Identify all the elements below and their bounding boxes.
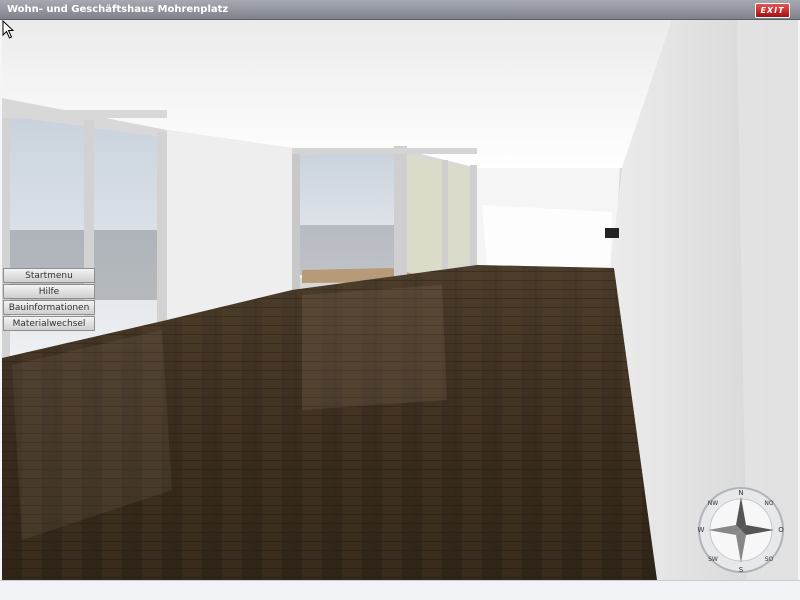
menu-item-hilfe[interactable]: Hilfe [3,284,95,299]
wall-fixture [605,228,619,238]
compass-label-o: O [778,526,784,534]
exit-button[interactable]: EXIT [755,3,790,18]
navigation-compass[interactable]: N S W O NW NO SW SO [696,485,786,575]
side-menu: Startmenu Hilfe Bauinformationen Materia… [3,268,95,332]
window-title: Wohn- und Geschäftshaus Mohrenplatz [7,4,229,15]
window-titlebar: Wohn- und Geschäftshaus Mohrenplatz EXIT [0,0,800,20]
status-bar [0,580,800,600]
room-scene [2,20,798,580]
menu-item-materialwechsel[interactable]: Materialwechsel [3,316,95,331]
compass-label-no: NO [764,500,773,507]
menu-item-startmenu[interactable]: Startmenu [3,268,95,283]
menu-item-bauinformationen[interactable]: Bauinformationen [3,300,95,315]
compass-label-s: S [739,566,744,574]
left-wall [167,130,292,320]
3d-viewport[interactable]: N S W O NW NO SW SO [2,20,798,580]
compass-label-nw: NW [708,500,718,507]
mouse-cursor-icon [2,20,15,39]
compass-label-sw: SW [708,556,718,563]
compass-label-n: N [738,489,743,497]
compass-label-w: W [698,526,705,534]
compass-label-so: SO [765,556,774,563]
